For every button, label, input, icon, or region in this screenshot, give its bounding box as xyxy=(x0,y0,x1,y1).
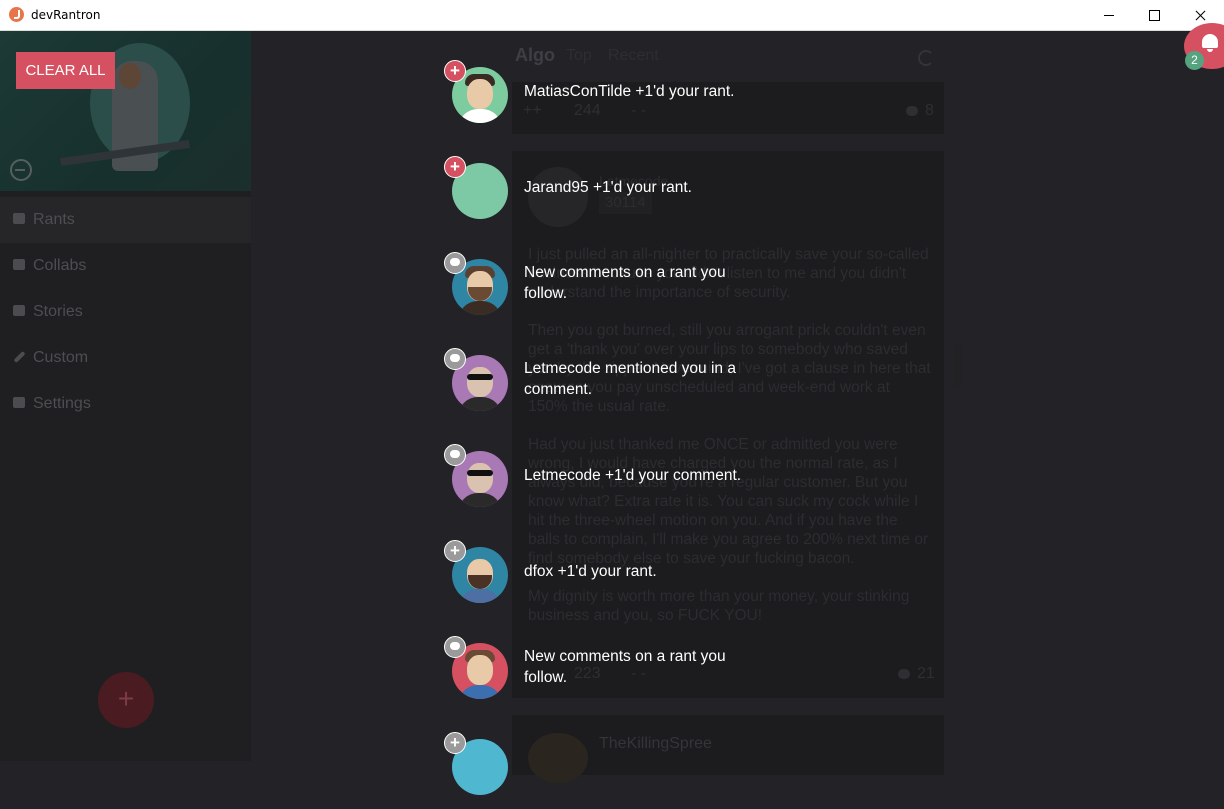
post-rant-button[interactable]: + xyxy=(98,672,154,728)
collabs-icon xyxy=(13,259,25,270)
upvote-badge-icon xyxy=(444,540,466,562)
avatar-face xyxy=(467,463,493,493)
avatar-shirt xyxy=(458,493,502,507)
upvote-badge-icon xyxy=(444,60,466,82)
sidebar-item-label: Custom xyxy=(33,349,89,366)
logout-icon[interactable] xyxy=(10,159,32,181)
notification-item[interactable]: New comments on a rant you follow. xyxy=(443,252,843,329)
upvote-badge-icon xyxy=(444,732,466,754)
comment-icon xyxy=(906,106,918,116)
comment-count: 21 xyxy=(917,665,935,682)
notification-item[interactable]: New comments on a rant you follow. xyxy=(443,636,843,713)
devrant-logo-icon xyxy=(9,7,24,22)
avatar-face xyxy=(467,79,493,109)
notification-text: MatiasConTilde +1'd your rant. xyxy=(524,83,735,100)
notification-text: dfox +1'd your rant. xyxy=(524,563,657,580)
title-bar: devRantron xyxy=(0,0,1224,31)
scrollbar[interactable] xyxy=(954,344,962,388)
comment-badge-icon xyxy=(444,636,466,658)
stories-icon xyxy=(13,305,25,316)
notification-item[interactable]: Letmecode +1'd your comment. xyxy=(443,444,843,521)
plus-icon: + xyxy=(117,683,135,714)
minimize-button[interactable] xyxy=(1086,0,1132,31)
sidebar-item-label: Collabs xyxy=(33,257,87,274)
sidebar-item-label: Rants xyxy=(33,211,75,228)
comment-badge-icon xyxy=(444,252,466,274)
sidebar-item-stories[interactable]: Stories xyxy=(0,289,251,335)
avatar-sunglasses xyxy=(467,470,493,476)
sidebar-item-label: Stories xyxy=(33,303,83,320)
bell-icon xyxy=(1202,34,1218,52)
comment-badge-icon xyxy=(444,444,466,466)
notification-item[interactable]: Letmecode mentioned you in a comment. xyxy=(443,348,843,425)
notification-text: New comments on a rant you follow. xyxy=(524,264,726,302)
avatar-sunglasses xyxy=(467,374,493,380)
notification-item[interactable]: MatiasConTilde +1'd your rant. xyxy=(443,60,843,137)
avatar-face xyxy=(467,367,493,397)
sidebar-item-custom[interactable]: Custom xyxy=(0,335,251,381)
comment-icon xyxy=(898,669,910,679)
avatar-shirt xyxy=(458,397,502,411)
notification-text: Letmecode +1'd your comment. xyxy=(524,467,742,484)
tab-recent[interactable]: Recent xyxy=(608,47,659,65)
sidebar-item-rants[interactable]: Rants xyxy=(0,197,251,243)
notification-item[interactable]: dfox +1'd your rant. xyxy=(443,540,843,617)
sidebar-item-settings[interactable]: Settings xyxy=(0,381,251,427)
comment-count: 8 xyxy=(925,102,934,119)
tab-top[interactable]: Top xyxy=(566,47,592,65)
maximize-button[interactable] xyxy=(1131,0,1177,31)
rants-icon xyxy=(13,213,25,224)
avatar-shirt xyxy=(458,589,502,603)
sidebar: CLEAR ALL Rants Collabs Stories Custom S… xyxy=(0,31,251,761)
refresh-icon[interactable] xyxy=(918,50,934,66)
pencil-icon xyxy=(13,350,26,364)
notification-item[interactable]: Jarand95 +1'd your rant. xyxy=(443,156,843,233)
notification-text: Letmecode mentioned you in a comment. xyxy=(524,360,736,398)
clear-all-button[interactable]: CLEAR ALL xyxy=(16,52,115,89)
comment-badge-icon xyxy=(444,348,466,370)
banner-figure-head xyxy=(119,63,141,89)
avatar-shirt xyxy=(458,301,502,315)
sidebar-item-collabs[interactable]: Collabs xyxy=(0,243,251,289)
sidebar-nav: Rants Collabs Stories Custom Settings xyxy=(0,197,251,427)
notification-text: Jarand95 +1'd your rant. xyxy=(524,179,692,196)
notification-item[interactable] xyxy=(443,732,843,809)
wrench-icon xyxy=(13,397,25,408)
avatar-shirt xyxy=(458,685,502,699)
window-title: devRantron xyxy=(31,8,101,22)
sidebar-item-label: Settings xyxy=(33,395,91,412)
tab-algo[interactable]: Algo xyxy=(515,45,555,66)
notification-count-badge: 2 xyxy=(1185,51,1204,70)
notification-text: New comments on a rant you follow. xyxy=(524,648,726,686)
upvote-badge-icon xyxy=(444,156,466,178)
avatar-face xyxy=(467,655,493,685)
avatar-shirt xyxy=(458,109,502,123)
